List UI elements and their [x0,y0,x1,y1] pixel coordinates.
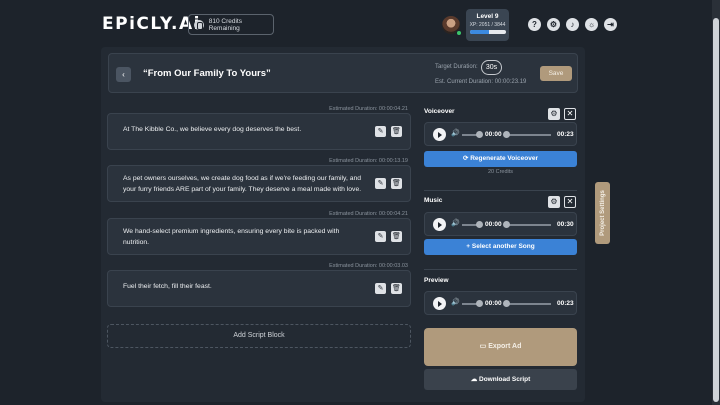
playback-slider[interactable] [505,224,551,226]
volume-slider-handle[interactable] [476,221,483,228]
download-script-button[interactable]: ☁ Download Script [424,369,577,390]
preview-player: 🔊 00:00 00:23 [424,291,577,315]
current-time: 00:00 [485,131,502,138]
project-settings-tab[interactable]: Project Settings [595,182,610,244]
volume-slider-handle[interactable] [476,131,483,138]
xp-progress-fill [469,30,489,34]
back-button[interactable]: ‹ [116,67,131,82]
add-script-block-button[interactable]: Add Script Block [107,324,411,348]
edit-icon[interactable]: ✎ [375,283,386,294]
edit-icon[interactable]: ✎ [375,126,386,137]
header-actions: ? ⚙ ♪ ☼ ⇥ [528,18,617,31]
project-settings-label: Project Settings [599,190,606,236]
project-title-bar: ‹ “From Our Family To Yours” Target Dura… [108,53,578,93]
credits-text: 810 Credits Remaining [208,17,242,32]
script-block-3[interactable]: We hand-select premium ingredients, ensu… [107,218,411,255]
credits-badge[interactable]: 810 Credits Remaining [188,14,274,35]
volume-icon[interactable]: 🔊 [451,129,460,137]
select-song-button[interactable]: + Select another Song [424,239,577,255]
scrollbar-thumb[interactable] [713,18,719,402]
script-block-text[interactable]: We hand-select premium ingredients, ensu… [123,226,363,248]
cloud-download-icon: ☁ [470,376,480,383]
app-logo[interactable]: EPiCLY.Ai [102,14,201,34]
voiceover-close-icon[interactable]: ✕ [564,108,576,120]
level-badge: Level 9 XP: 2051 / 3844 [466,9,509,41]
help-icon[interactable]: ? [528,18,541,31]
editor-panel: ‹ “From Our Family To Yours” Target Dura… [101,47,585,402]
page-title: “From Our Family To Yours” [143,68,271,79]
music-settings-icon[interactable]: ⚙ [548,196,560,208]
edit-icon[interactable]: ✎ [375,231,386,242]
regenerate-voiceover-button[interactable]: ⟳ Regenerate Voiceover [424,151,577,167]
section-divider [424,269,577,270]
current-time: 00:00 [485,221,502,228]
music-player: 🔊 00:00 00:30 [424,212,577,236]
select-song-label: Select another Song [471,243,535,250]
bell-icon[interactable]: ♪ [566,18,579,31]
play-icon[interactable] [433,128,446,141]
online-status-icon [456,30,462,36]
download-label: Download Script [479,376,531,383]
playback-slider-handle[interactable] [503,221,510,228]
page-scrollbar[interactable] [712,0,720,405]
block-3-estimated-duration: Estimated Duration: 00:00:04.21 [329,211,408,217]
export-icon: ▭ [479,343,489,350]
current-time: 00:00 [485,300,502,307]
script-block-text[interactable]: Fuel their fetch, fill their feast. [123,281,363,292]
edit-icon[interactable]: ✎ [375,178,386,189]
export-label: Export Ad [488,343,522,350]
voiceover-title: Voiceover [424,108,455,115]
play-icon[interactable] [433,218,446,231]
voiceover-settings-icon[interactable]: ⚙ [548,108,560,120]
current-duration-label: Est. Current Duration: 00:00:23.19 [435,79,527,85]
playback-slider[interactable] [505,134,551,136]
regenerate-label: Regenerate Voiceover [470,155,539,162]
volume-slider-handle[interactable] [476,300,483,307]
script-block-4[interactable]: Fuel their fetch, fill their feast. ✎ 🗑 [107,270,411,307]
volume-icon[interactable]: 🔊 [451,219,460,227]
total-time: 00:23 [557,131,574,138]
logout-icon[interactable]: ⇥ [604,18,617,31]
music-title: Music [424,197,443,204]
xp-progress-bar [469,30,506,34]
gear-icon[interactable]: ⚙ [547,18,560,31]
total-time: 00:23 [557,300,574,307]
xp-label: XP: 2051 / 3844 [469,22,506,28]
trash-icon[interactable]: 🗑 [391,231,402,242]
section-divider [424,190,577,191]
coin-icon [194,19,204,30]
music-close-icon[interactable]: ✕ [564,196,576,208]
voiceover-player: 🔊 00:00 00:23 [424,122,577,146]
script-block-1[interactable]: At The Kibble Co., we believe every dog … [107,113,411,150]
playback-slider-handle[interactable] [503,300,510,307]
preview-title: Preview [424,277,449,284]
target-duration-selector[interactable]: 30s [481,60,502,75]
trash-icon[interactable]: 🗑 [391,283,402,294]
level-label: Level 9 [476,13,499,20]
voiceover-credits-note: 20 Credits [487,169,514,175]
block-4-estimated-duration: Estimated Duration: 00:00:03.03 [329,263,408,269]
block-2-estimated-duration: Estimated Duration: 00:00:13.19 [329,158,408,164]
sun-icon[interactable]: ☼ [585,18,598,31]
trash-icon[interactable]: 🗑 [391,178,402,189]
script-block-2[interactable]: As pet owners ourselves, we create dog f… [107,165,411,202]
export-ad-button[interactable]: ▭ Export Ad [424,328,577,366]
save-button[interactable]: Save [540,66,572,81]
volume-icon[interactable]: 🔊 [451,298,460,306]
script-block-text[interactable]: At The Kibble Co., we believe every dog … [123,124,363,135]
script-block-text[interactable]: As pet owners ourselves, we create dog f… [123,173,363,195]
play-icon[interactable] [433,297,446,310]
target-duration-label: Target Duration: [435,64,478,70]
avatar[interactable] [442,16,462,36]
total-time: 00:30 [557,221,574,228]
playback-slider-handle[interactable] [503,131,510,138]
playback-slider[interactable] [505,303,551,305]
trash-icon[interactable]: 🗑 [391,126,402,137]
block-1-estimated-duration: Estimated Duration: 00:00:04.21 [329,106,408,112]
